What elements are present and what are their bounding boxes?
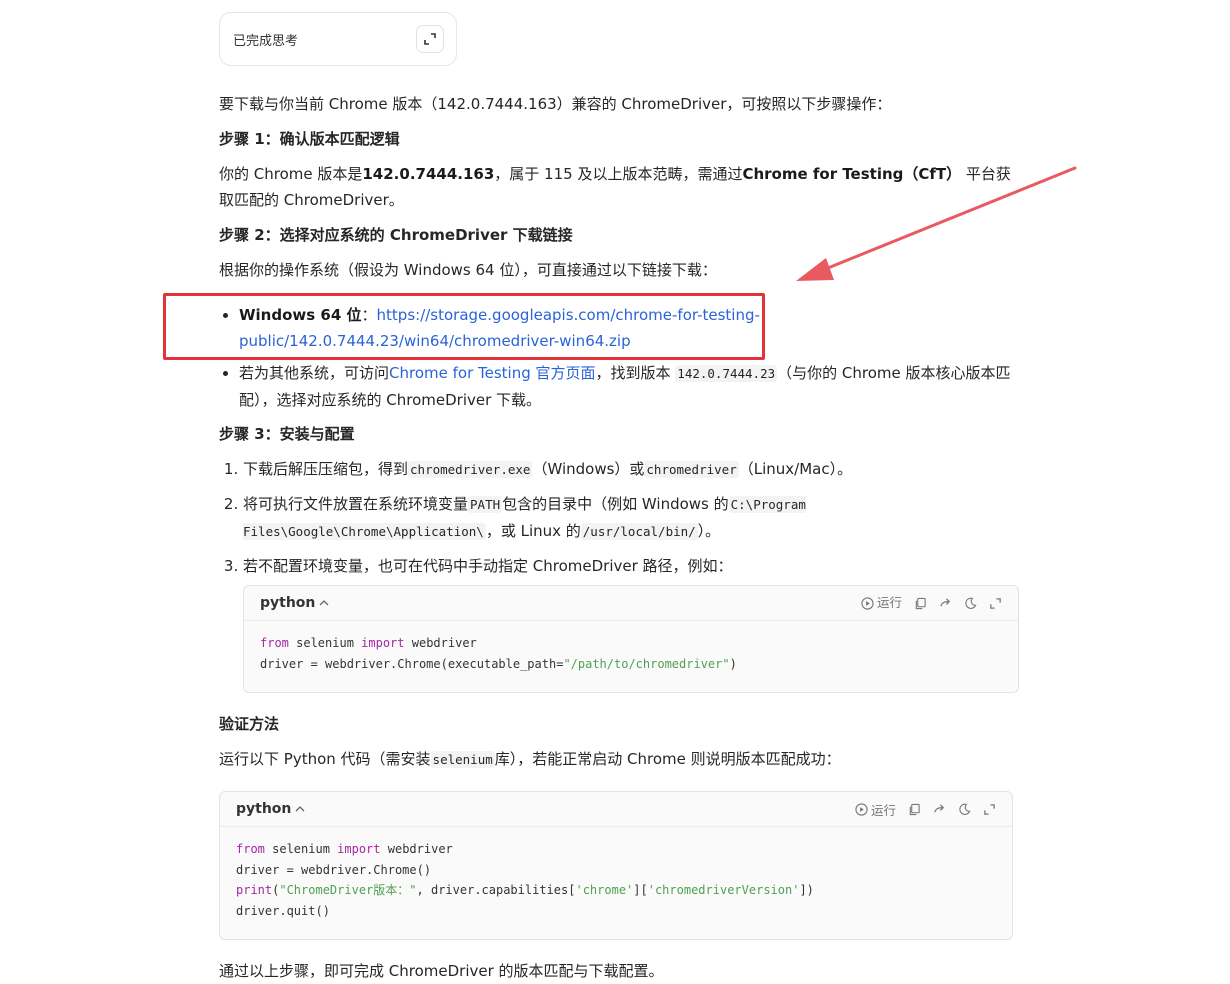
verify-heading: 验证方法 bbox=[219, 715, 280, 733]
code-line: driver = webdriver.Chrome(executable_pat… bbox=[260, 657, 737, 671]
highlight-annotation-box bbox=[163, 293, 765, 360]
chevron-up-icon bbox=[295, 806, 305, 812]
code-content: from selenium import webdriver driver = … bbox=[244, 621, 1018, 692]
play-icon bbox=[855, 802, 868, 816]
code-token: webdriver bbox=[404, 636, 477, 650]
copy-button[interactable] bbox=[914, 597, 927, 610]
code-header: python 运行 bbox=[220, 792, 1012, 827]
cft-official-page-link[interactable]: Chrome for Testing 官方页面 bbox=[389, 364, 596, 382]
code-token: selenium bbox=[264, 842, 338, 856]
expand-button[interactable] bbox=[416, 25, 444, 53]
fullscreen-button[interactable] bbox=[983, 803, 996, 816]
theme-button[interactable] bbox=[964, 597, 977, 610]
play-icon bbox=[861, 596, 874, 610]
moon-icon bbox=[959, 803, 971, 815]
language-toggle[interactable]: python bbox=[236, 801, 305, 817]
code-token: import bbox=[337, 842, 381, 856]
code-token: 'chromedriverVersion' bbox=[647, 883, 800, 897]
code-content: from selenium import webdriver driver = … bbox=[220, 827, 1012, 939]
code-token: , driver.capabilities[ bbox=[416, 883, 576, 897]
step2-paragraph: 根据你的操作系统（假设为 Windows 64 位），可直接通过以下链接下载： bbox=[219, 261, 717, 279]
code-line: from selenium import webdriver bbox=[236, 842, 453, 856]
code-token: from bbox=[236, 842, 265, 856]
code-toolbar: 运行 bbox=[861, 590, 1002, 616]
code-token: print bbox=[236, 883, 273, 897]
copy-icon bbox=[915, 597, 926, 609]
code-block-2: python 运行 from selenium import webdriver… bbox=[219, 791, 1013, 940]
code-token: from bbox=[260, 636, 289, 650]
language-toggle[interactable]: python bbox=[260, 590, 329, 616]
code-line: driver.quit() bbox=[236, 904, 330, 918]
code-block-1: python 运行 from selenium import webdriver… bbox=[243, 585, 1019, 693]
copy-button[interactable] bbox=[908, 803, 921, 816]
code-token: driver.quit() bbox=[236, 903, 330, 918]
expand-icon bbox=[990, 597, 1001, 609]
list-item: 若不配置环境变量，也可在代码中手动指定 ChromeDriver 路径，例如： … bbox=[243, 553, 1019, 693]
step3-heading: 步骤 3：安装与配置 bbox=[219, 425, 355, 443]
list-item: 将可执行文件放置在系统环境变量PATH包含的目录中（例如 Windows 的C:… bbox=[243, 491, 1019, 545]
step1-paragraph: 你的 Chrome 版本是142.0.7444.163，属于 115 及以上版本… bbox=[219, 165, 1011, 209]
code-token: selenium bbox=[288, 636, 362, 650]
run-button[interactable]: 运行 bbox=[861, 590, 902, 616]
code-token: ) bbox=[729, 656, 737, 671]
run-button[interactable]: 运行 bbox=[855, 800, 896, 819]
code-header: python 运行 bbox=[244, 586, 1018, 621]
install-steps: 下载后解压压缩包，得到chromedriver.exe（Windows）或chr… bbox=[219, 456, 1019, 693]
code-line: driver = webdriver.Chrome() bbox=[236, 863, 431, 877]
share-button[interactable] bbox=[939, 597, 952, 610]
moon-icon bbox=[965, 597, 977, 609]
thinking-panel[interactable]: 已完成思考 bbox=[219, 12, 457, 66]
step2-heading: 步骤 2：选择对应系统的 ChromeDriver 下载链接 bbox=[219, 226, 573, 244]
code-token: ]) bbox=[799, 883, 814, 897]
copy-icon bbox=[909, 803, 920, 815]
thinking-label: 已完成思考 bbox=[233, 33, 299, 49]
code-token: driver = webdriver.Chrome(executable_pat… bbox=[260, 656, 564, 671]
code-token: import bbox=[361, 636, 405, 650]
code-token: 'chrome' bbox=[575, 883, 634, 897]
list-item-other: 若为其他系统，可访问Chrome for Testing 官方页面，找到版本 1… bbox=[239, 360, 1019, 413]
code-toolbar: 运行 bbox=[855, 800, 996, 819]
code-token: "ChromeDriver版本：" bbox=[279, 883, 417, 897]
expand-icon bbox=[984, 803, 995, 815]
chat-answer: 已完成思考 要下载与你当前 Chrome 版本（142.0.7444.163）兼… bbox=[163, 12, 1019, 984]
code-token: driver = webdriver.Chrome() bbox=[236, 862, 432, 877]
share-button[interactable] bbox=[933, 803, 946, 816]
code-line: from selenium import webdriver bbox=[260, 636, 477, 650]
theme-button[interactable] bbox=[958, 803, 971, 816]
fullscreen-button[interactable] bbox=[989, 597, 1002, 610]
verify-paragraph: 运行以下 Python 代码（需安装 selenium 库），若能正常启动 Chro… bbox=[219, 750, 841, 768]
step1-heading: 步骤 1：确认版本匹配逻辑 bbox=[219, 130, 400, 148]
chevron-up-icon bbox=[319, 600, 329, 606]
code-token: webdriver bbox=[380, 842, 453, 856]
list-item: 下载后解压压缩包，得到chromedriver.exe（Windows）或chr… bbox=[243, 456, 1019, 483]
code-token: ][ bbox=[633, 883, 648, 897]
share-arrow-icon bbox=[940, 597, 951, 606]
expand-icon bbox=[424, 33, 436, 45]
share-arrow-icon bbox=[934, 803, 945, 812]
code-line: print("ChromeDriver版本：", driver.capabili… bbox=[236, 883, 814, 897]
outro-text: 通过以上步骤，即可完成 ChromeDriver 的版本匹配与下载配置。 bbox=[219, 962, 664, 980]
code-token: "/path/to/chromedriver" bbox=[563, 656, 730, 671]
intro-text: 要下载与你当前 Chrome 版本（142.0.7444.163）兼容的 Chr… bbox=[219, 95, 892, 113]
